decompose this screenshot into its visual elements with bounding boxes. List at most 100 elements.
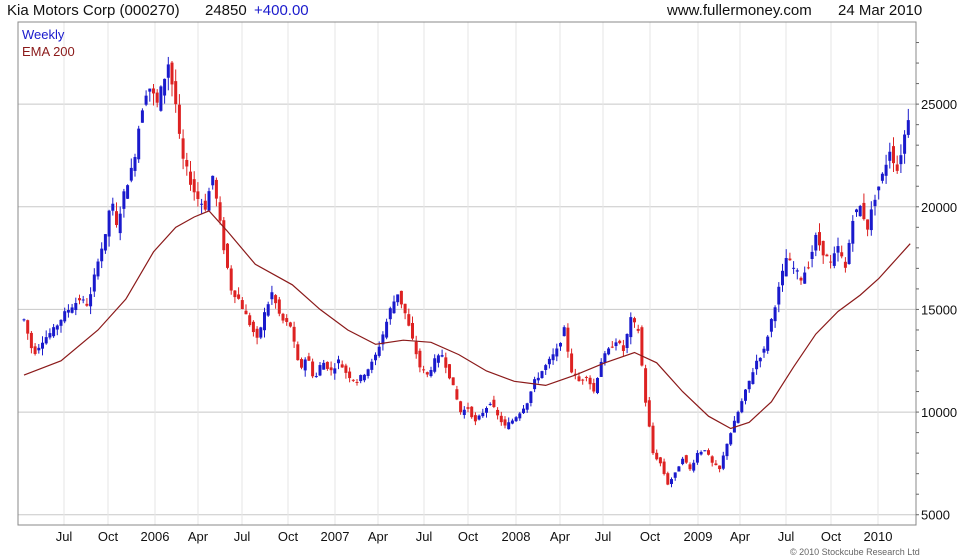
candle-body	[766, 336, 770, 351]
candle-body	[203, 200, 207, 210]
candle-body	[688, 464, 692, 470]
candle-body	[551, 354, 555, 361]
candle-body	[159, 86, 163, 111]
candle-body	[44, 337, 48, 344]
candle-body	[48, 333, 52, 338]
candle-body	[795, 270, 799, 272]
candle-body	[163, 78, 167, 96]
candle-body	[481, 412, 485, 417]
candle-body	[559, 342, 562, 347]
candle-body	[788, 258, 792, 261]
candle-body	[166, 64, 170, 78]
candle-body	[237, 294, 241, 299]
candle-body	[710, 456, 714, 463]
candle-body	[411, 323, 414, 339]
x-tick-label: Jul	[778, 529, 795, 544]
candle-body	[744, 389, 747, 401]
candle-body	[370, 361, 374, 370]
candle-body	[274, 295, 278, 304]
candle-body	[536, 377, 540, 381]
candle-body	[684, 455, 688, 463]
candle-body	[655, 452, 659, 460]
candle-body	[866, 219, 870, 230]
candle-body	[129, 167, 133, 181]
candle-body	[448, 364, 451, 379]
candle-body	[26, 320, 30, 334]
x-tick-label: Jul	[56, 529, 73, 544]
candle-body	[485, 408, 488, 413]
candle-body	[906, 120, 910, 135]
candle-body	[126, 185, 130, 199]
candle-body	[555, 348, 559, 357]
candle-body	[736, 411, 740, 423]
candle-body	[281, 313, 285, 321]
candle-body	[692, 462, 696, 471]
candle-body	[451, 377, 455, 386]
x-tick-label: 2009	[684, 529, 713, 544]
x-tick-label: Oct	[821, 529, 842, 544]
candle-body	[522, 408, 525, 414]
candle-body	[359, 375, 363, 382]
candle-body	[418, 350, 422, 368]
candle-body	[444, 357, 448, 368]
candle-body	[344, 365, 348, 373]
y-tick-label: 25000	[921, 97, 957, 112]
candle-body	[858, 205, 862, 217]
y-tick-label: 10000	[921, 405, 957, 420]
candle-body	[525, 403, 529, 410]
candle-body	[703, 450, 707, 452]
candle-body	[884, 164, 888, 176]
candle-body	[111, 203, 115, 211]
candle-body	[288, 322, 292, 327]
candle-body	[540, 371, 544, 379]
candle-body	[880, 173, 884, 181]
candle-body	[103, 234, 107, 251]
candle-body	[374, 354, 377, 361]
x-tick-label: Oct	[278, 529, 299, 544]
x-tick-label: 2008	[502, 529, 531, 544]
candle-body	[148, 88, 152, 92]
candle-body	[784, 258, 788, 277]
candle-body	[396, 294, 400, 303]
candle-body	[621, 345, 625, 351]
candle-body	[895, 164, 899, 171]
y-tick-label: 5000	[921, 508, 950, 523]
candle-body	[455, 389, 459, 400]
candle-body	[629, 317, 633, 338]
candle-body	[366, 369, 370, 376]
candle-body	[362, 374, 366, 381]
candle-body	[440, 355, 444, 357]
copyright-text: © 2010 Stockcube Research Ltd	[790, 547, 920, 557]
candle-body	[488, 403, 492, 405]
candle-body	[695, 452, 699, 463]
candle-body	[333, 368, 337, 374]
x-tick-label: Apr	[550, 529, 571, 544]
candle-body	[115, 211, 118, 226]
candle-body	[762, 348, 766, 353]
x-tick-label: Oct	[98, 529, 119, 544]
candle-body	[869, 209, 873, 231]
x-tick-label: Jul	[595, 529, 612, 544]
candle-body	[244, 310, 248, 315]
x-tick-label: Oct	[640, 529, 661, 544]
candle-body	[92, 274, 96, 292]
candle-body	[803, 272, 807, 284]
candle-body	[607, 348, 611, 355]
candle-body	[55, 325, 59, 330]
candle-body	[843, 261, 847, 268]
candle-body	[725, 443, 729, 457]
candle-body	[388, 308, 392, 320]
candle-body	[429, 369, 433, 377]
candle-body	[118, 213, 122, 234]
candle-body	[640, 327, 644, 366]
x-tick-label: 2010	[864, 529, 893, 544]
candle-body	[873, 199, 877, 207]
candle-body	[218, 202, 222, 221]
legend-weekly: Weekly	[22, 27, 65, 42]
candle-body	[348, 371, 352, 379]
candle-body	[222, 220, 226, 251]
candle-body	[74, 303, 78, 311]
candle-body	[300, 359, 303, 368]
candle-body	[52, 327, 56, 337]
x-tick-label: Jul	[234, 529, 251, 544]
